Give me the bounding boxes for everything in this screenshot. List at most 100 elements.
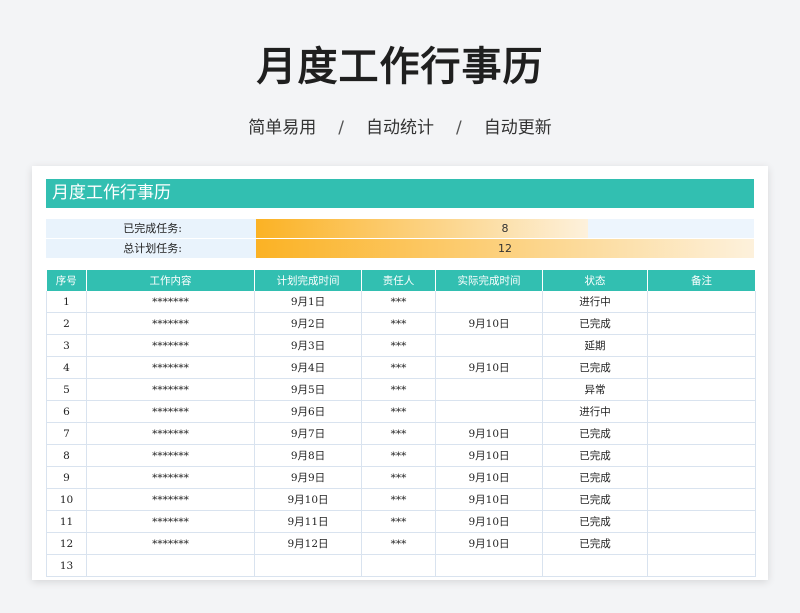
actual-date-cell[interactable]: 9月10日 bbox=[435, 466, 543, 489]
work-content-cell[interactable]: ******* bbox=[86, 291, 255, 313]
actual-date-cell[interactable]: 9月10日 bbox=[435, 356, 543, 379]
column-header[interactable]: 备注 bbox=[647, 270, 756, 291]
work-content-cell[interactable]: ******* bbox=[86, 356, 255, 379]
row-number-cell[interactable]: 7 bbox=[46, 422, 87, 445]
status-cell[interactable]: 已完成 bbox=[542, 312, 648, 335]
work-content-cell[interactable]: ******* bbox=[86, 400, 255, 423]
owner-cell[interactable]: *** bbox=[361, 488, 436, 511]
planned-date-cell[interactable]: 9月1日 bbox=[254, 291, 362, 313]
status-cell[interactable]: 延期 bbox=[542, 334, 648, 357]
status-cell[interactable]: 异常 bbox=[542, 378, 648, 401]
status-cell[interactable]: 已完成 bbox=[542, 488, 648, 511]
planned-date-cell[interactable]: 9月10日 bbox=[254, 488, 362, 511]
owner-cell[interactable]: *** bbox=[361, 312, 436, 335]
actual-date-cell[interactable]: 9月10日 bbox=[435, 510, 543, 533]
status-cell[interactable] bbox=[542, 554, 648, 577]
sheet-banner[interactable]: 月度工作行事历 bbox=[46, 179, 754, 208]
row-number-cell[interactable]: 8 bbox=[46, 444, 87, 467]
owner-cell[interactable]: *** bbox=[361, 444, 436, 467]
status-cell[interactable]: 已完成 bbox=[542, 422, 648, 445]
work-content-cell[interactable]: ******* bbox=[86, 422, 255, 445]
status-cell[interactable]: 已完成 bbox=[542, 356, 648, 379]
actual-date-cell[interactable]: 9月10日 bbox=[435, 422, 543, 445]
planned-date-cell[interactable]: 9月7日 bbox=[254, 422, 362, 445]
owner-cell[interactable]: *** bbox=[361, 356, 436, 379]
actual-date-cell[interactable] bbox=[435, 334, 543, 357]
row-number-cell[interactable]: 1 bbox=[46, 291, 87, 313]
row-number-cell[interactable]: 5 bbox=[46, 378, 87, 401]
note-cell[interactable] bbox=[647, 356, 756, 379]
row-number-cell[interactable]: 4 bbox=[46, 356, 87, 379]
work-content-cell[interactable]: ******* bbox=[86, 334, 255, 357]
note-cell[interactable] bbox=[647, 334, 756, 357]
note-cell[interactable] bbox=[647, 400, 756, 423]
note-cell[interactable] bbox=[647, 291, 756, 313]
status-cell[interactable]: 已完成 bbox=[542, 510, 648, 533]
stat-label[interactable]: 总计划任务: bbox=[46, 239, 256, 258]
status-cell[interactable]: 已完成 bbox=[542, 466, 648, 489]
stat-bar-track[interactable]: 12 bbox=[256, 239, 754, 258]
note-cell[interactable] bbox=[647, 532, 756, 555]
actual-date-cell[interactable] bbox=[435, 378, 543, 401]
note-cell[interactable] bbox=[647, 378, 756, 401]
column-header[interactable]: 工作内容 bbox=[86, 270, 255, 291]
owner-cell[interactable]: *** bbox=[361, 466, 436, 489]
planned-date-cell[interactable]: 9月3日 bbox=[254, 334, 362, 357]
note-cell[interactable] bbox=[647, 554, 756, 577]
planned-date-cell[interactable]: 9月4日 bbox=[254, 356, 362, 379]
column-header[interactable]: 计划完成时间 bbox=[254, 270, 362, 291]
work-content-cell[interactable]: ******* bbox=[86, 532, 255, 555]
work-content-cell[interactable]: ******* bbox=[86, 444, 255, 467]
actual-date-cell[interactable]: 9月10日 bbox=[435, 312, 543, 335]
work-content-cell[interactable]: ******* bbox=[86, 466, 255, 489]
actual-date-cell[interactable] bbox=[435, 400, 543, 423]
actual-date-cell[interactable]: 9月10日 bbox=[435, 444, 543, 467]
owner-cell[interactable]: *** bbox=[361, 400, 436, 423]
work-content-cell[interactable]: ******* bbox=[86, 510, 255, 533]
planned-date-cell[interactable] bbox=[254, 554, 362, 577]
owner-cell[interactable]: *** bbox=[361, 334, 436, 357]
planned-date-cell[interactable]: 9月5日 bbox=[254, 378, 362, 401]
planned-date-cell[interactable]: 9月11日 bbox=[254, 510, 362, 533]
stat-bar-track[interactable]: 8 bbox=[256, 219, 754, 238]
status-cell[interactable]: 已完成 bbox=[542, 532, 648, 555]
work-content-cell[interactable]: ******* bbox=[86, 312, 255, 335]
column-header[interactable]: 实际完成时间 bbox=[435, 270, 543, 291]
stat-label[interactable]: 已完成任务: bbox=[46, 219, 256, 238]
note-cell[interactable] bbox=[647, 312, 756, 335]
work-content-cell[interactable]: ******* bbox=[86, 488, 255, 511]
owner-cell[interactable]: *** bbox=[361, 291, 436, 313]
column-header[interactable]: 状态 bbox=[542, 270, 648, 291]
note-cell[interactable] bbox=[647, 510, 756, 533]
planned-date-cell[interactable]: 9月6日 bbox=[254, 400, 362, 423]
row-number-cell[interactable]: 10 bbox=[46, 488, 87, 511]
owner-cell[interactable] bbox=[361, 554, 436, 577]
status-cell[interactable]: 已完成 bbox=[542, 444, 648, 467]
note-cell[interactable] bbox=[647, 488, 756, 511]
row-number-cell[interactable]: 12 bbox=[46, 532, 87, 555]
column-header[interactable]: 序号 bbox=[46, 270, 87, 291]
owner-cell[interactable]: *** bbox=[361, 378, 436, 401]
row-number-cell[interactable]: 2 bbox=[46, 312, 87, 335]
note-cell[interactable] bbox=[647, 422, 756, 445]
actual-date-cell[interactable]: 9月10日 bbox=[435, 532, 543, 555]
note-cell[interactable] bbox=[647, 444, 756, 467]
status-cell[interactable]: 进行中 bbox=[542, 400, 648, 423]
planned-date-cell[interactable]: 9月9日 bbox=[254, 466, 362, 489]
actual-date-cell[interactable] bbox=[435, 554, 543, 577]
row-number-cell[interactable]: 6 bbox=[46, 400, 87, 423]
actual-date-cell[interactable] bbox=[435, 291, 543, 313]
planned-date-cell[interactable]: 9月2日 bbox=[254, 312, 362, 335]
status-cell[interactable]: 进行中 bbox=[542, 291, 648, 313]
owner-cell[interactable]: *** bbox=[361, 510, 436, 533]
row-number-cell[interactable]: 3 bbox=[46, 334, 87, 357]
planned-date-cell[interactable]: 9月12日 bbox=[254, 532, 362, 555]
actual-date-cell[interactable]: 9月10日 bbox=[435, 488, 543, 511]
column-header[interactable]: 责任人 bbox=[361, 270, 436, 291]
owner-cell[interactable]: *** bbox=[361, 422, 436, 445]
work-content-cell[interactable]: ******* bbox=[86, 378, 255, 401]
work-content-cell[interactable] bbox=[86, 554, 255, 577]
note-cell[interactable] bbox=[647, 466, 756, 489]
row-number-cell[interactable]: 11 bbox=[46, 510, 87, 533]
row-number-cell[interactable]: 9 bbox=[46, 466, 87, 489]
